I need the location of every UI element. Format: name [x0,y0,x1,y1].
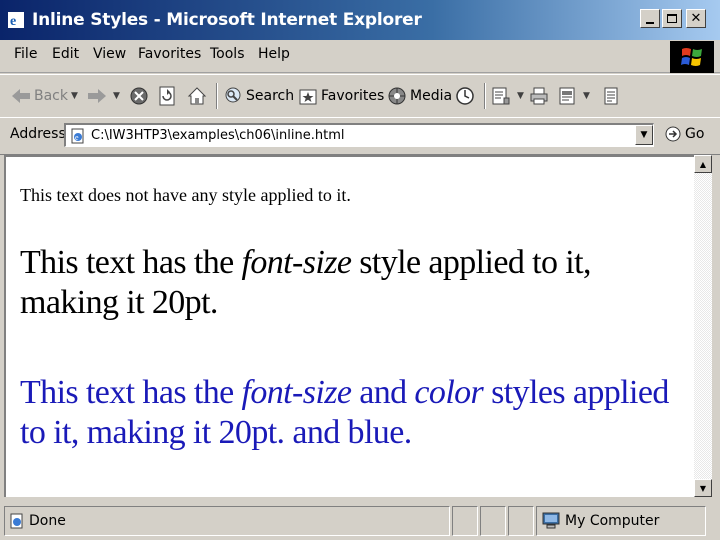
font-size-text: This text has the font-size style applie… [20,243,660,323]
stop-button[interactable] [128,82,152,110]
scroll-down-icon: ▼ [699,483,707,493]
standard-toolbar: Back ▼ ▼ Search Favorites Media ▼ ▼ [0,74,720,118]
minimize-button[interactable] [640,9,660,28]
menu-favorites[interactable]: Favorites [138,46,201,62]
search-button[interactable]: Search [222,82,294,110]
svg-text:e: e [10,14,16,29]
address-input[interactable]: e C:\IW3HTP3\examples\ch06\inline.html ▼ [64,123,654,147]
status-cell [452,506,478,536]
media-button[interactable]: Media [386,82,452,110]
italic-run: font-size [241,374,352,411]
window-title: Inline Styles - Microsoft Internet Explo… [32,10,422,30]
back-button[interactable]: Back ▼ [10,82,78,110]
home-icon [186,85,208,107]
status-bar: Done My Computer [0,504,720,540]
mail-icon [490,85,512,107]
menu-file[interactable]: File [14,46,37,62]
forward-arrow-icon [86,85,108,107]
toolbar-separator [484,83,486,109]
address-label: Address [10,126,66,142]
forward-button[interactable]: ▼ [86,82,120,110]
print-icon [528,85,550,107]
done-page-icon [9,513,25,529]
chevron-down-icon: ▼ [640,130,648,140]
search-icon [222,85,244,107]
search-label: Search [246,88,295,104]
font-size-color-text: This text has the font-size and color st… [20,373,680,453]
status-cell [480,506,506,536]
history-icon [454,85,476,107]
menu-view[interactable]: View [93,46,126,62]
status-cell [508,506,534,536]
stop-icon [128,85,150,107]
print-button[interactable] [528,82,552,110]
text-run: This text has the [20,374,242,411]
close-icon: ✕ [690,11,702,26]
address-value: C:\IW3HTP3\examples\ch06\inline.html [91,128,345,143]
status-text: Done [29,513,66,529]
discuss-button[interactable] [600,82,624,110]
page-icon: e [69,127,87,145]
browser-window: e Inline Styles - Microsoft Internet Exp… [0,0,720,540]
windows-logo-icon [670,41,714,73]
favorites-button[interactable]: Favorites [297,82,384,110]
edit-page-icon [556,85,578,107]
back-label: Back [34,88,68,104]
text-run: This text has the [20,244,242,281]
menu-bar: File Edit View Favorites Tools Help [0,40,720,73]
text-run: and [351,374,415,411]
discuss-icon [600,85,622,107]
ie-logo-icon: e [6,9,28,31]
my-computer-icon [541,512,561,530]
forward-dropdown-icon: ▼ [113,91,120,101]
toolbar-separator [216,83,218,109]
edit-button[interactable]: ▼ [556,82,590,110]
edit-dropdown-icon: ▼ [583,91,590,101]
unstyled-text: This text does not have any style applie… [20,185,351,205]
media-label: Media [410,88,453,104]
scroll-down-button[interactable]: ▼ [694,479,712,497]
history-button[interactable] [454,82,478,110]
zone-text: My Computer [565,513,660,529]
page-content: This text does not have any style applie… [4,155,694,497]
back-arrow-icon [10,85,32,107]
maximize-icon [667,14,677,23]
scroll-up-button[interactable]: ▲ [694,155,712,173]
go-label: Go [685,126,705,142]
menu-tools[interactable]: Tools [210,46,245,62]
address-dropdown-button[interactable]: ▼ [635,125,653,145]
mail-dropdown-icon: ▼ [517,91,524,101]
vertical-scrollbar[interactable]: ▲ ▼ [694,155,712,497]
go-arrow-icon [664,125,682,143]
refresh-button[interactable] [156,82,180,110]
menu-edit[interactable]: Edit [52,46,79,62]
mail-button[interactable]: ▼ [490,82,524,110]
minimize-icon [646,21,654,24]
favorites-icon [297,85,319,107]
media-icon [386,85,408,107]
go-button[interactable]: Go [664,125,704,143]
security-zone: My Computer [536,506,706,536]
status-main: Done [4,506,450,536]
menu-help[interactable]: Help [258,46,290,62]
scroll-up-icon: ▲ [699,159,707,169]
title-bar[interactable]: e Inline Styles - Microsoft Internet Exp… [0,0,720,40]
close-button[interactable]: ✕ [686,9,706,28]
svg-text:e: e [75,133,79,142]
favorites-label: Favorites [321,88,385,104]
refresh-icon [156,85,178,107]
back-dropdown-icon: ▼ [71,91,78,101]
maximize-button[interactable] [662,9,682,28]
italic-run: color [414,374,484,411]
home-button[interactable] [186,82,210,110]
address-bar: Address e C:\IW3HTP3\examples\ch06\inlin… [0,117,720,155]
italic-run: font-size [241,244,352,281]
